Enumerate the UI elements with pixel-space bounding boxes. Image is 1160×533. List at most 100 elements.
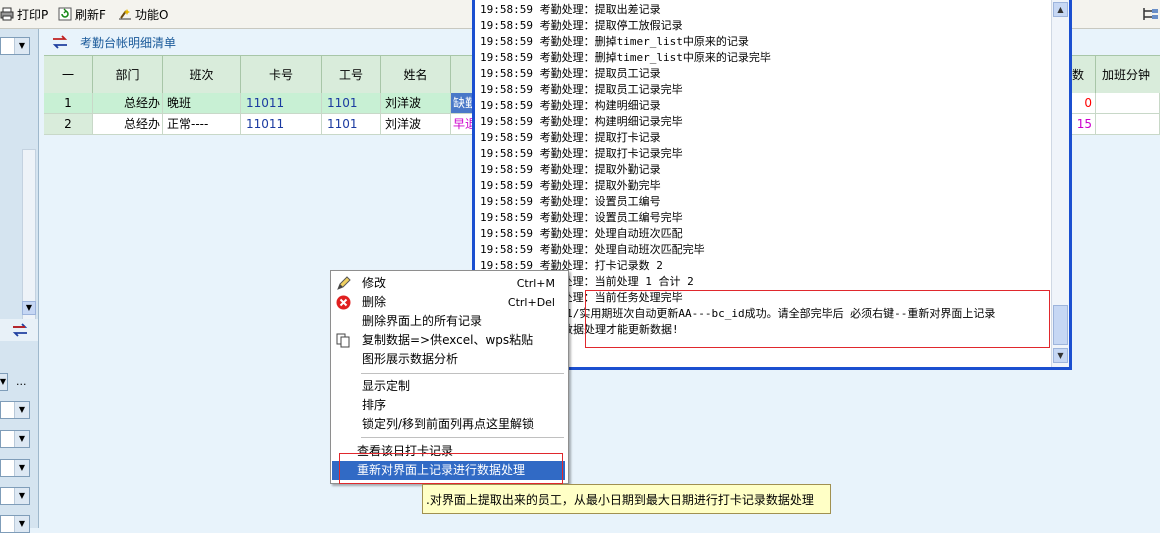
col-header-card[interactable]: 卡号 (241, 56, 322, 94)
col-header-dept[interactable]: 部门 (93, 56, 163, 94)
menu-item-edit[interactable]: 修改 Ctrl+M (332, 274, 565, 293)
chevron-down-icon[interactable]: ▼ (14, 38, 29, 54)
left-combo-1[interactable]: ▼ (0, 373, 8, 391)
cell-name: 刘洋波 (381, 93, 451, 114)
menu-item-label: 排序 (362, 398, 387, 412)
cell-card: 11011 (241, 114, 322, 135)
log-line: 19:58:59 考勤处理：处理自动班次匹配 (480, 227, 683, 240)
menu-item-sort[interactable]: 排序 (332, 396, 565, 415)
log-line: 19:58:59 考勤处理：提取外勤完毕 (480, 179, 661, 192)
chevron-down-icon[interactable]: ▼ (0, 374, 7, 390)
menu-shortcut: Ctrl+M (516, 277, 555, 290)
col-header-shift[interactable]: 班次 (163, 56, 241, 94)
delete-icon (336, 295, 351, 310)
menu-item-label: 图形展示数据分析 (362, 352, 459, 366)
log-line: 19:58:59 考勤处理：提取出差记录 (480, 3, 661, 16)
cell-dept: 总经办 (93, 114, 163, 135)
log-line: 19:58:59 考勤处理：提取员工记录 (480, 67, 661, 80)
col-header-index[interactable]: 一 (44, 56, 93, 94)
left-panel-header (0, 319, 38, 341)
swap-arrows-icon (12, 323, 28, 337)
chevron-down-icon[interactable]: ▼ (14, 516, 29, 532)
left-combo-5[interactable]: ▼ (0, 487, 30, 505)
tooltip: .对界面上提取出来的员工，从最小日期到最大日期进行打卡记录数据处理 (422, 484, 831, 514)
chevron-down-icon[interactable]: ▼ (14, 431, 29, 447)
wizard-icon (119, 9, 131, 20)
cell-empno: 1101 (322, 93, 381, 114)
left-combo-6[interactable]: ▼ (0, 515, 30, 533)
refresh-button[interactable]: 刷新F (58, 5, 106, 23)
chevron-down-icon[interactable]: ▼ (14, 488, 29, 504)
menu-item-label: 显示定制 (362, 379, 411, 393)
menu-item-copy[interactable]: 复制数据=>供excel、wps粘贴 (332, 331, 565, 350)
menu-item-label: 锁定列/移到前面列再点这里解锁 (362, 417, 535, 431)
cell-overtime (1096, 93, 1160, 114)
log-line: 19:58:59 考勤处理：提取外勤记录 (480, 163, 661, 176)
log-line: 19:58:59 考勤处理：提取停工放假记录 (480, 19, 683, 32)
menu-item-label: 修改 (362, 276, 387, 290)
menu-item-delete-all[interactable]: 删除界面上的所有记录 (332, 312, 565, 331)
scroll-down-icon[interactable]: ▼ (22, 301, 36, 315)
log-line: 19:58:59 考勤处理：提取打卡记录完毕 (480, 147, 683, 160)
menu-item-label: 删除 (362, 295, 387, 309)
left-combo-top[interactable]: ▼ (0, 37, 30, 55)
menu-item-lock-columns[interactable]: 锁定列/移到前面列再点这里解锁 (332, 415, 565, 434)
annotation-box (339, 453, 563, 484)
menu-item-chart[interactable]: 图形展示数据分析 (332, 350, 565, 369)
refresh-label: 刷新F (75, 7, 106, 22)
menu-item-delete[interactable]: 删除 Ctrl+Del (332, 293, 565, 312)
menu-item-label: 删除界面上的所有记录 (362, 314, 483, 328)
annotation-box (585, 290, 1050, 348)
log-line: 19:58:59 考勤处理：删掉timer_list中原来的记录 (480, 35, 749, 48)
left-combo-3[interactable]: ▼ (0, 430, 30, 448)
menu-item-label: 复制数据=>供excel、wps粘贴 (362, 333, 534, 347)
menu-separator (361, 437, 564, 438)
log-line: 19:58:59 考勤处理：设置员工编号 (480, 195, 661, 208)
cell-count: 15 (1072, 114, 1096, 135)
function-button[interactable]: 功能O (118, 5, 168, 23)
chevron-down-icon[interactable]: ▼ (14, 460, 29, 476)
menu-item-display-custom[interactable]: 显示定制 (332, 377, 565, 396)
log-scrollbar[interactable]: ▲ ▼ (1051, 0, 1069, 367)
menu-separator (361, 373, 564, 374)
col-header-name[interactable]: 姓名 (381, 56, 451, 94)
cell-dept: 总经办 (93, 93, 163, 114)
col-header-overtime[interactable]: 加班分钟数 (1096, 56, 1160, 120)
log-line: 19:58:59 考勤处理：删掉timer_list中原来的记录完毕 (480, 51, 771, 64)
print-label: 打印P (17, 7, 49, 22)
log-line: 19:58:59 考勤处理：处理自动班次匹配完毕 (480, 243, 705, 256)
tree-icon[interactable] (1140, 6, 1160, 22)
row-index: 2 (44, 114, 93, 135)
context-menu: 修改 Ctrl+M 删除 Ctrl+Del 删除界面上的所有记录 复制数据=>供… (330, 270, 569, 484)
print-button[interactable]: 打印P (0, 5, 48, 23)
cell-shift: 正常---- (163, 114, 241, 135)
log-line: 19:58:59 考勤处理：构建明细记录 (480, 99, 661, 112)
cell-overtime (1096, 114, 1160, 135)
function-label: 功能O (135, 7, 169, 22)
scroll-up-icon[interactable]: ▲ (1053, 2, 1068, 17)
log-line: 19:58:59 考勤处理：设置员工编号完毕 (480, 211, 683, 224)
cell-count: 0 (1072, 93, 1096, 114)
left-panel: ▼ ▼ ▼ ... ▼ ▼ ▼ ▼ ▼ (0, 29, 39, 533)
cell-shift: 晚班 (163, 93, 241, 114)
cell-card: 11011 (241, 93, 322, 114)
edit-icon (337, 276, 351, 290)
left-combo-4[interactable]: ▼ (0, 459, 30, 477)
grid-title: 考勤台帐明细清单 (80, 36, 177, 50)
scroll-down-icon[interactable]: ▼ (1053, 348, 1068, 363)
col-header-count[interactable]: 数 (1072, 56, 1096, 94)
cell-name: 刘洋波 (381, 114, 451, 135)
ellipsis-button[interactable]: ... (16, 375, 27, 388)
log-line: 19:58:59 考勤处理：提取打卡记录 (480, 131, 661, 144)
swap-arrows-icon (52, 35, 68, 49)
row-index: 1 (44, 93, 93, 114)
refresh-icon (58, 7, 72, 21)
cell-empno: 1101 (322, 114, 381, 135)
printer-icon (0, 7, 14, 21)
chevron-down-icon[interactable]: ▼ (14, 402, 29, 418)
col-header-empno[interactable]: 工号 (322, 56, 381, 94)
left-combo-2[interactable]: ▼ (0, 401, 30, 419)
scroll-thumb[interactable] (1053, 305, 1068, 345)
tooltip-text: .对界面上提取出来的员工，从最小日期到最大日期进行打卡记录数据处理 (426, 493, 814, 507)
log-line: 19:58:59 考勤处理：构建明细记录完毕 (480, 115, 683, 128)
